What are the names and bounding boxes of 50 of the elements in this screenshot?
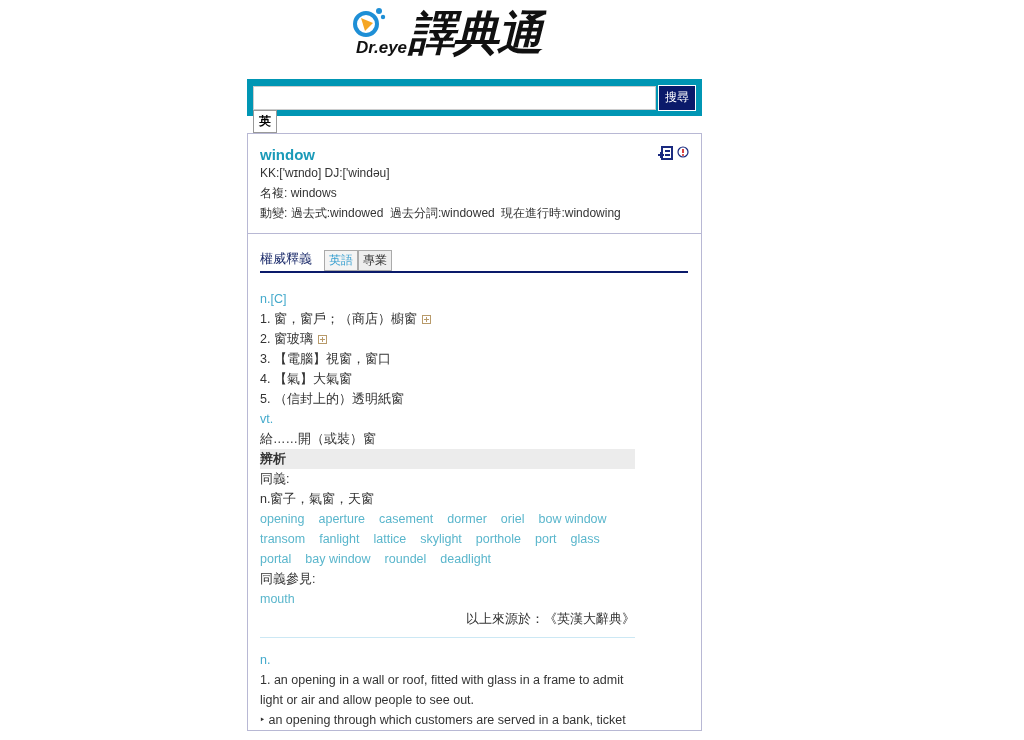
definition: 給……開（或裝）窗 (260, 431, 376, 448)
section-title: 權威釋義 (260, 250, 312, 268)
synonym-link[interactable]: casement (379, 509, 434, 529)
synonym-link[interactable]: dormer (447, 509, 487, 529)
search-field[interactable] (253, 85, 656, 110)
expand-icon[interactable] (317, 334, 327, 344)
subheading: 辨析 (260, 449, 635, 469)
synonym-link[interactable]: portal (260, 549, 292, 569)
synonym-link[interactable]: fanlight (319, 529, 360, 549)
part-of-speech: n. (260, 652, 272, 669)
synonym-link[interactable]: roundel (384, 549, 427, 569)
synonym-link[interactable]: glass (570, 529, 600, 549)
definition: 1. 窗，窗戶；（商店）櫥窗 (260, 311, 417, 328)
pronunciation: KK:['wɪndo] DJ:['windəu] (260, 165, 391, 182)
synonym-link[interactable]: bay window (305, 549, 371, 569)
add-note-icon[interactable] (658, 146, 673, 160)
synonym-link[interactable]: aperture (318, 509, 366, 529)
definition: 5. （信封上的）透明紙窗 (260, 391, 404, 408)
plural-form: 名複: windows (260, 185, 338, 202)
part-of-speech: n.[C] (260, 291, 288, 308)
definition-text: 同義參見: (260, 571, 317, 588)
synonym-link[interactable]: oriel (500, 509, 525, 529)
definition-text: 同義: (260, 471, 291, 488)
dictionary-tab[interactable]: 英語 (324, 250, 358, 271)
logo-brand: Dr.eye (356, 38, 408, 59)
synonym-link[interactable]: transom (260, 529, 306, 549)
language-tab[interactable]: 英 (253, 110, 277, 133)
headword: window (260, 146, 315, 163)
part-of-speech: vt. (260, 411, 275, 428)
synonym-link[interactable]: porthole (475, 529, 521, 549)
source-note: 以上來源於：《英漢大辭典》 (465, 611, 635, 628)
synonym-link[interactable]: skylight (420, 529, 462, 549)
definition-text: n.窗子，氣窗，天窗 (260, 491, 376, 508)
synonym-link[interactable]: opening (260, 509, 305, 529)
inflections: 動變: 過去式:windowed 過去分詞:windowed 現在進行時:windowing (260, 205, 622, 222)
synonym-link[interactable]: mouth (260, 589, 295, 609)
dictionary-tab[interactable]: 專業 (358, 250, 392, 271)
synonym-link[interactable]: deadlight (440, 549, 492, 569)
definition: 4. 【氣】大氣窗 (260, 371, 352, 388)
definition-text: ‣ an opening through which customers are served in a bank, ticket (260, 712, 627, 729)
definition-text: 1. an opening in a wall or roof, fitted with glass in a frame to admit light or air and allow people to see out. (260, 672, 625, 709)
report-icon[interactable] (677, 146, 689, 158)
definition: 2. 窗玻璃 (260, 331, 313, 348)
search-button[interactable]: 搜尋 (658, 84, 696, 111)
synonym-link[interactable]: port (535, 529, 557, 549)
synonym-link[interactable]: bow window (538, 509, 607, 529)
eye-logo-icon (352, 6, 386, 40)
expand-icon[interactable] (421, 314, 431, 324)
definition: 3. 【電腦】視窗，窗口 (260, 351, 391, 368)
synonym-link[interactable]: lattice (373, 529, 407, 549)
